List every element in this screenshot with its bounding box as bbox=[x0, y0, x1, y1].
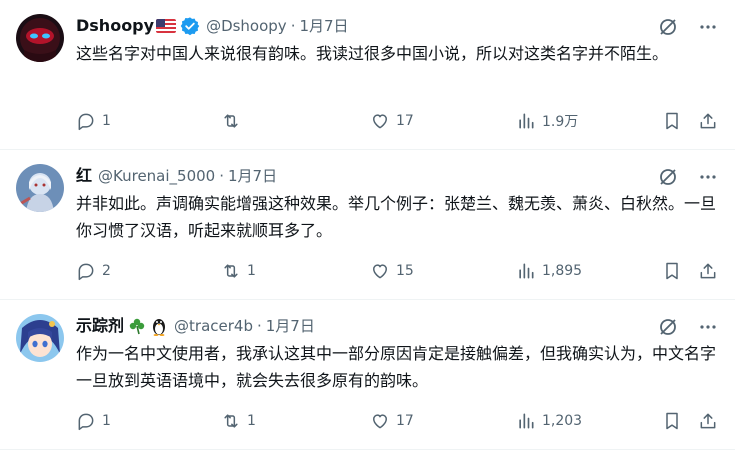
views-button[interactable]: 1,203 bbox=[516, 410, 582, 432]
like-icon bbox=[373, 414, 387, 429]
view-count: 1,203 bbox=[542, 413, 583, 429]
like-icon bbox=[373, 114, 387, 129]
user-handle[interactable]: @tracer4b bbox=[174, 316, 253, 336]
post-date[interactable]: 1月7日 bbox=[228, 166, 277, 186]
display-name[interactable]: 红 bbox=[76, 166, 92, 186]
like-icon bbox=[373, 264, 387, 279]
reply-tweet-2[interactable]: 红 @Kurenai_5000 · 1月7日 并非如此。声调确实能增强这种效果。… bbox=[0, 150, 735, 300]
bookmark-icon bbox=[666, 412, 678, 430]
penguin-icon bbox=[150, 316, 168, 336]
grok-icon[interactable] bbox=[657, 166, 679, 188]
user-handle[interactable]: @Dshoopy bbox=[206, 16, 287, 36]
separator: · bbox=[219, 167, 224, 185]
retweet-icon bbox=[224, 114, 238, 128]
retweet-icon bbox=[224, 414, 238, 428]
more-icon[interactable] bbox=[697, 316, 719, 338]
share-icon bbox=[700, 263, 716, 279]
like-count: 17 bbox=[396, 413, 414, 429]
share-button[interactable] bbox=[698, 110, 718, 132]
tweet-text: 这些名字对中国人来说很有韵味。我读过很多中国小说，所以对这类名字并不陌生。 bbox=[76, 44, 669, 63]
reply-count: 1 bbox=[102, 113, 111, 129]
separator: · bbox=[256, 317, 262, 335]
share-icon bbox=[700, 413, 716, 429]
reply-tweet-1[interactable]: Dshoopy @Dshoopy · 1月7日 这些名字对中国人来说很有韵味。我… bbox=[0, 0, 735, 150]
bookmark-button[interactable] bbox=[662, 410, 682, 432]
reply-icon bbox=[78, 113, 94, 131]
bookmark-icon bbox=[666, 112, 678, 130]
reply-icon bbox=[78, 413, 94, 431]
reply-icon bbox=[78, 263, 94, 281]
like-button[interactable]: 15 bbox=[370, 260, 414, 282]
post-date[interactable]: 1月7日 bbox=[266, 316, 315, 336]
views-icon bbox=[519, 113, 534, 129]
bookmark-button[interactable] bbox=[662, 110, 682, 132]
user-handle[interactable]: @Kurenai_5000 bbox=[98, 166, 215, 186]
tweet-text: 作为一名中文使用者，我承认这其中一部分原因肯定是接触偏差，但我确实认为，中文名字… bbox=[76, 344, 717, 390]
avatar[interactable] bbox=[16, 164, 64, 212]
reply-count: 1 bbox=[102, 413, 111, 429]
retweet-count: 1 bbox=[247, 263, 256, 279]
us-flag-icon bbox=[156, 19, 177, 33]
avatar[interactable] bbox=[16, 14, 64, 62]
views-button[interactable]: 1.9万 bbox=[516, 110, 578, 132]
retweet-button[interactable]: 1 bbox=[221, 410, 256, 432]
reply-tweet-3[interactable]: 示踪剂 @tracer4b · 1月7日 作为一名中文使用者，我承认这其中一部分… bbox=[0, 300, 735, 450]
share-button[interactable] bbox=[698, 260, 718, 282]
retweet-button[interactable]: 1 bbox=[221, 260, 256, 282]
views-icon bbox=[519, 263, 534, 279]
reply-button[interactable]: 1 bbox=[76, 410, 111, 432]
reply-button[interactable]: 2 bbox=[76, 260, 111, 282]
grok-icon[interactable] bbox=[657, 316, 679, 338]
retweet-count: 1 bbox=[247, 413, 256, 429]
avatar[interactable] bbox=[16, 314, 64, 362]
verified-icon[interactable] bbox=[180, 16, 200, 36]
views-icon bbox=[519, 413, 534, 429]
like-count: 15 bbox=[396, 263, 414, 279]
shamrock-icon bbox=[128, 317, 146, 335]
views-button[interactable]: 1,895 bbox=[516, 260, 582, 282]
reply-button[interactable]: 1 bbox=[76, 110, 111, 132]
grok-icon[interactable] bbox=[657, 16, 679, 38]
share-button[interactable] bbox=[698, 410, 718, 432]
display-name[interactable]: 示踪剂 bbox=[76, 316, 124, 336]
retweet-button[interactable] bbox=[221, 110, 247, 132]
post-date[interactable]: 1月7日 bbox=[299, 16, 348, 36]
bookmark-icon bbox=[666, 262, 678, 280]
display-name[interactable]: Dshoopy bbox=[76, 16, 154, 36]
like-count: 17 bbox=[396, 113, 414, 129]
bookmark-button[interactable] bbox=[662, 260, 682, 282]
more-icon[interactable] bbox=[697, 16, 719, 38]
retweet-icon bbox=[224, 264, 238, 278]
view-count: 1,895 bbox=[542, 263, 583, 279]
like-button[interactable]: 17 bbox=[370, 110, 414, 132]
separator: · bbox=[290, 17, 296, 35]
like-button[interactable]: 17 bbox=[370, 410, 414, 432]
reply-count: 2 bbox=[102, 263, 111, 279]
share-icon bbox=[700, 113, 716, 129]
more-icon[interactable] bbox=[697, 166, 719, 188]
tweet-text: 并非如此。声调确实能增强这种效果。举几个例子：张楚兰、魏无羡、萧炎、白秋然。一旦… bbox=[76, 194, 717, 240]
view-count: 1.9万 bbox=[542, 114, 579, 130]
